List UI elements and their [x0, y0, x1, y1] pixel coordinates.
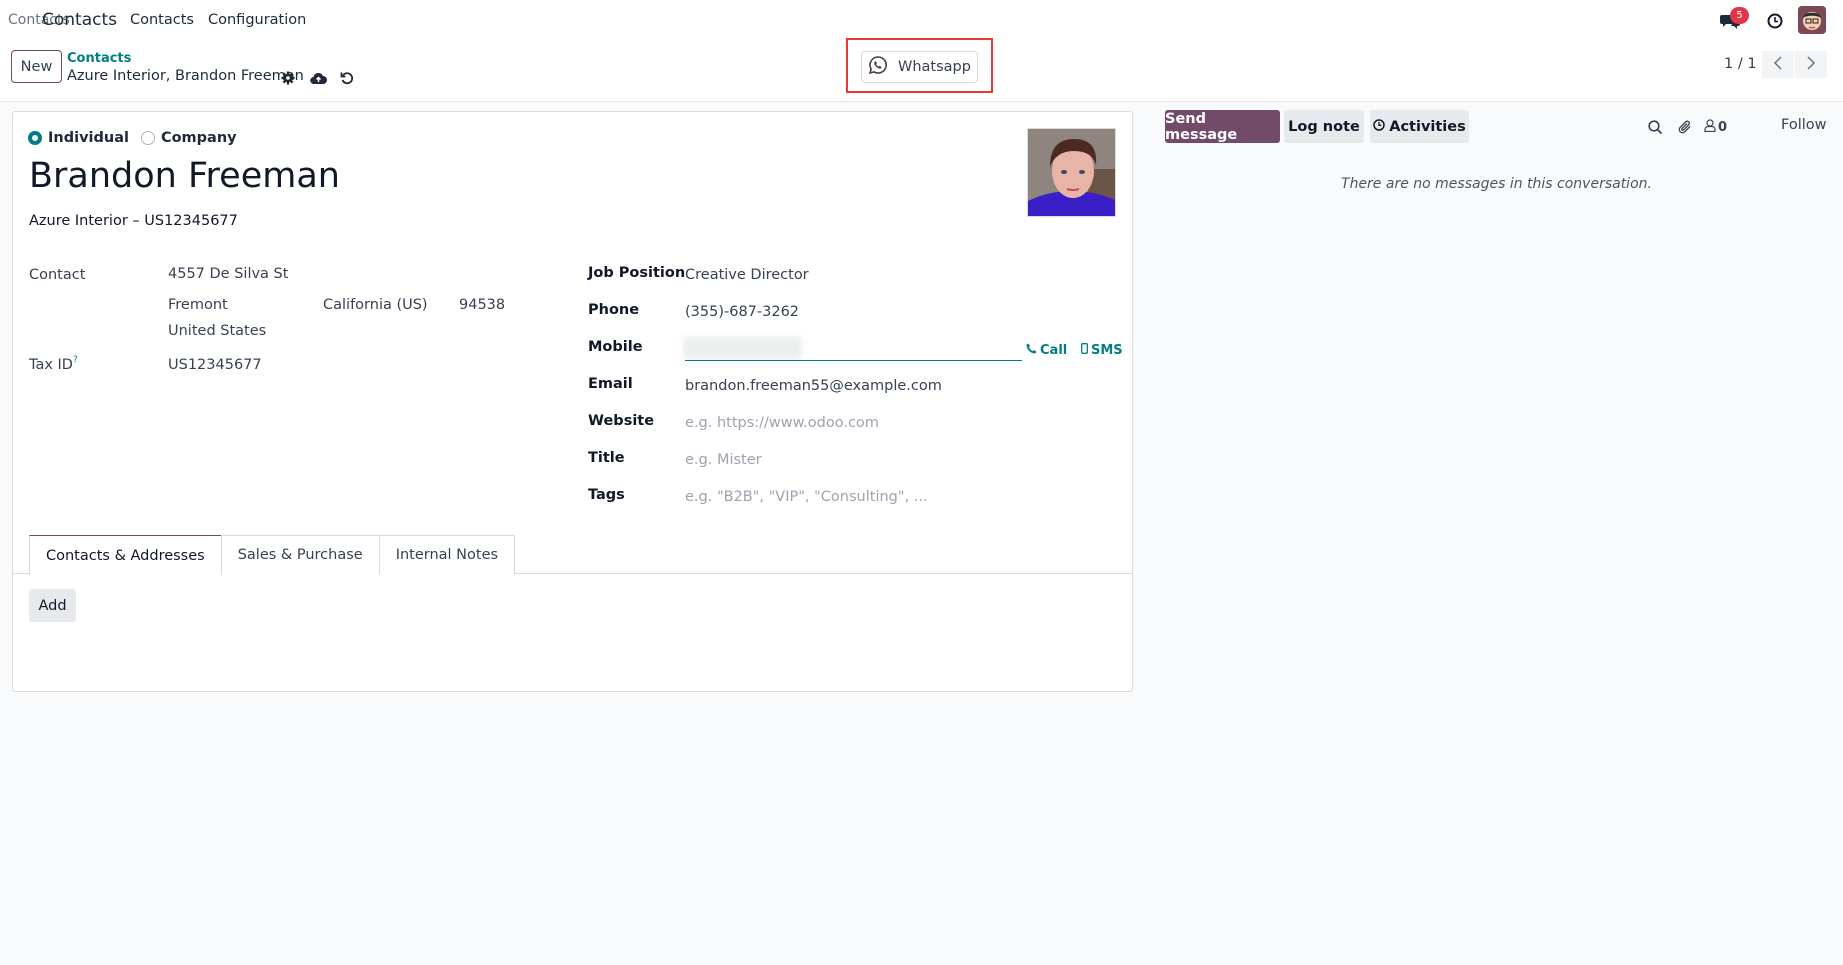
radio-individual[interactable] [28, 131, 42, 145]
clock-icon [1373, 118, 1385, 135]
phone-icon [1026, 342, 1037, 358]
website-label: Website [588, 413, 655, 429]
menu-contacts[interactable]: Contacts [130, 12, 194, 28]
log-note-button[interactable]: Log note [1284, 110, 1364, 143]
job-position-field[interactable]: Creative Director [685, 267, 809, 283]
followers-button[interactable]: 0 [1704, 117, 1736, 137]
mobile-label: Mobile [588, 339, 643, 355]
job-position-label: Job Position [588, 265, 686, 281]
state-field[interactable]: California (US) [323, 297, 428, 313]
follow-button[interactable]: Follow [1781, 117, 1826, 133]
company-type-selector: Individual Company [28, 130, 237, 146]
taxid-label: Tax ID [29, 357, 73, 373]
radio-company[interactable] [140, 131, 155, 145]
title-label: Title [588, 450, 625, 466]
website-field[interactable]: e.g. https://www.odoo.com [685, 415, 879, 431]
radio-company-label[interactable]: Company [161, 130, 237, 146]
followers-count: 0 [1718, 119, 1728, 135]
email-field[interactable]: brandon.freeman55@example.com [685, 378, 942, 394]
search-icon[interactable] [1645, 117, 1665, 137]
tags-label: Tags [588, 487, 625, 503]
pager-value[interactable]: 1 / 1 [1724, 56, 1757, 72]
pager-previous[interactable] [1762, 51, 1794, 78]
zip-field[interactable]: 94538 [459, 297, 505, 313]
clock-icon[interactable] [1764, 10, 1786, 32]
activities-label: Activities [1389, 118, 1466, 135]
activities-button[interactable]: Activities [1370, 110, 1469, 143]
breadcrumb-contacts[interactable]: Contacts [67, 51, 131, 66]
chevron-right-icon [1806, 55, 1816, 74]
contact-label: Contact [29, 267, 86, 283]
whatsapp-button[interactable]: Whatsapp [861, 51, 978, 83]
city-field[interactable]: Fremont [168, 297, 228, 313]
title-field[interactable]: e.g. Mister [685, 452, 762, 468]
empty-conversation-text: There are no messages in this conversati… [1341, 176, 1652, 192]
tab-sales-purchase[interactable]: Sales & Purchase [220, 535, 380, 574]
pager-next[interactable] [1795, 51, 1827, 78]
street-field[interactable]: 4557 De Silva St [168, 266, 288, 282]
menu-configuration[interactable]: Configuration [208, 12, 306, 28]
whatsapp-icon [868, 55, 888, 79]
whatsapp-label: Whatsapp [898, 59, 971, 75]
send-message-button[interactable]: Send message [1165, 110, 1280, 143]
notebook-tabs: Contacts & Addresses Sales & Purchase In… [29, 535, 516, 575]
phone-label: Phone [588, 302, 640, 318]
save-cloud-icon[interactable] [309, 69, 327, 87]
sms-button[interactable]: SMS [1081, 342, 1123, 358]
company-field[interactable]: Azure Interior – US12345677 [29, 213, 238, 229]
user-icon [1704, 118, 1716, 136]
contact-name-field[interactable]: Brandon Freeman [29, 156, 340, 196]
control-panel: New Contacts Azure Interior, Brandon Fre… [0, 38, 1843, 102]
form-sheet: Individual Company Brandon Freeman Azure… [12, 111, 1133, 692]
mobile-field[interactable] [685, 360, 1022, 361]
mobile-blurred-value [683, 337, 802, 359]
messages-badge: 5 [1730, 7, 1749, 24]
radio-individual-label[interactable]: Individual [48, 130, 129, 146]
tab-internal-notes[interactable]: Internal Notes [378, 535, 516, 574]
top-navbar: Contacts Contacts Contacts Configuration… [0, 0, 1843, 42]
new-button[interactable]: New [11, 50, 62, 83]
tags-field[interactable]: e.g. "B2B", "VIP", "Consulting", ... [685, 489, 928, 505]
chevron-left-icon [1773, 55, 1783, 74]
add-contact-button[interactable]: Add [29, 589, 76, 622]
taxid-field[interactable]: US12345677 [168, 357, 262, 373]
country-field[interactable]: United States [168, 323, 266, 339]
app-name[interactable]: Contacts [42, 10, 117, 30]
gear-icon[interactable] [279, 69, 297, 87]
contact-photo[interactable] [1027, 128, 1116, 217]
email-label: Email [588, 376, 633, 392]
phone-field[interactable]: (355)-687-3262 [685, 304, 799, 320]
tab-contacts-addresses[interactable]: Contacts & Addresses [29, 535, 222, 575]
user-avatar[interactable] [1798, 6, 1826, 34]
discard-icon[interactable] [338, 69, 356, 87]
paperclip-icon[interactable] [1675, 117, 1695, 137]
breadcrumb-current: Azure Interior, Brandon Freeman [67, 68, 304, 84]
taxid-help-icon[interactable]: ? [73, 355, 78, 365]
mobile-icon [1081, 342, 1088, 358]
call-button[interactable]: Call [1026, 342, 1067, 358]
